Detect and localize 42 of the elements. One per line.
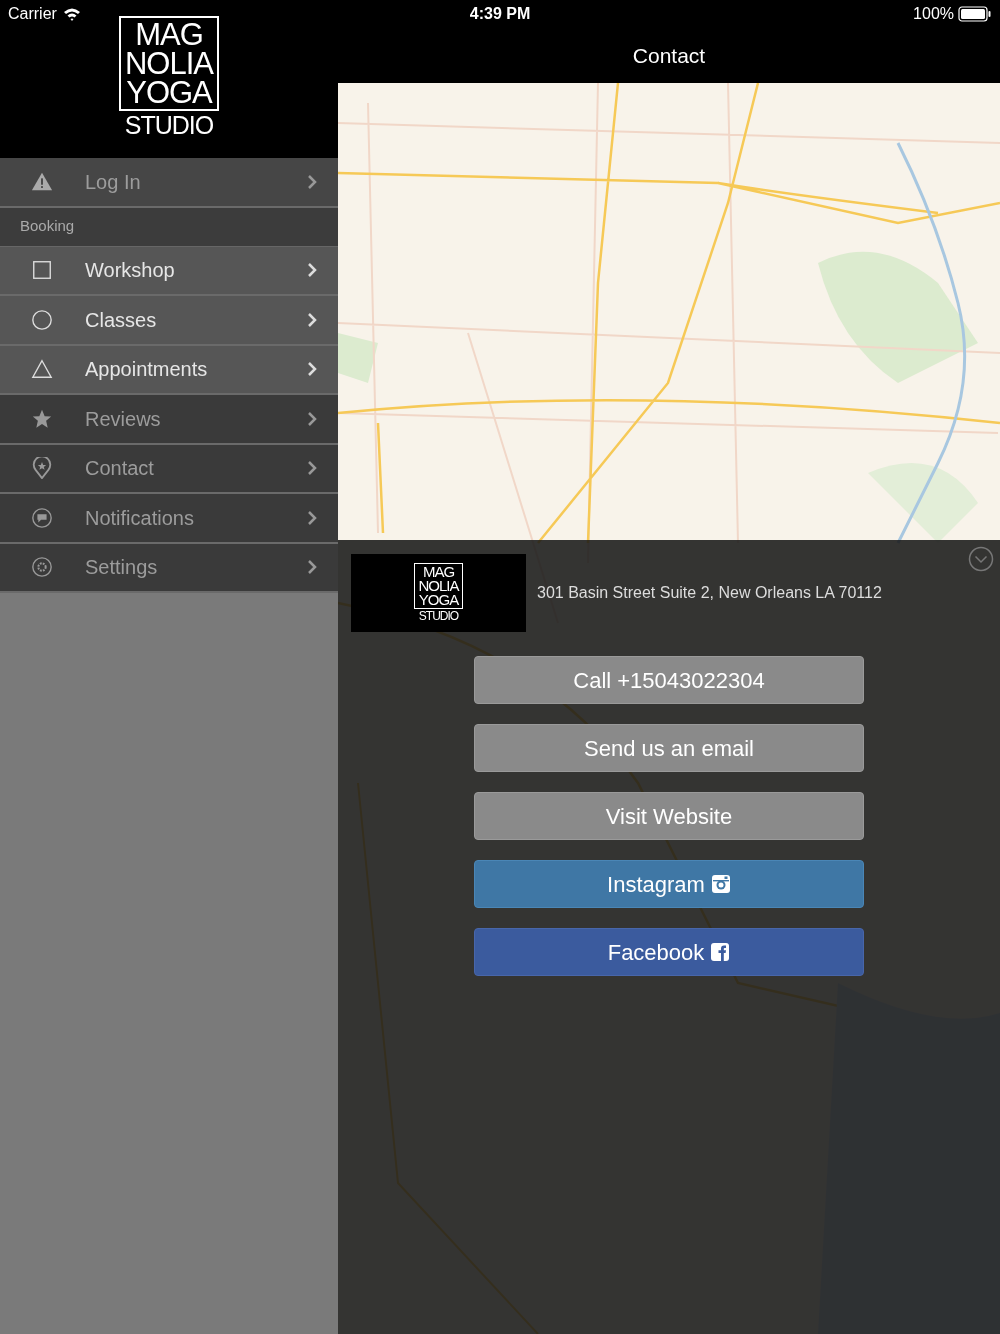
triangle-icon — [31, 358, 53, 381]
instagram-button[interactable]: Instagram — [474, 860, 864, 908]
chevron-right-icon — [306, 460, 318, 477]
facebook-icon — [710, 942, 731, 962]
menu-label: Appointments — [85, 357, 209, 383]
carrier-label: Carrier — [8, 4, 57, 24]
menu-label: Classes — [85, 307, 158, 333]
chevron-right-icon — [306, 559, 318, 576]
circle-icon — [31, 308, 53, 331]
menu-item[interactable]: Appointments — [0, 345, 338, 395]
section-header: Booking — [0, 207, 338, 247]
menu-label: Log In — [85, 169, 142, 195]
address-text: 301 Basin Street Suite 2, New Orleans LA 70112 — [537, 583, 882, 603]
square-icon — [31, 259, 53, 282]
menu-label: Notifications — [85, 505, 195, 531]
chevron-right-icon — [306, 173, 318, 190]
page-title: Contact — [632, 42, 706, 69]
menu-label: Workshop — [85, 258, 176, 284]
menu-item[interactable]: Classes — [0, 296, 338, 346]
chevron-right-icon — [306, 361, 318, 378]
battery-label: 100% — [913, 4, 954, 24]
menu-label: Reviews — [85, 406, 162, 432]
studio-logo: MAG NOLIA YOGA STUDIO — [414, 563, 463, 623]
chevron-down-circle-icon[interactable] — [968, 546, 994, 572]
action-button[interactable]: Send us an email — [474, 724, 864, 772]
menu-label: Contact — [85, 456, 155, 482]
menu-label: Settings — [85, 555, 159, 581]
chat-icon — [31, 506, 53, 529]
menu-item[interactable]: Workshop — [0, 246, 338, 296]
chevron-right-icon — [306, 410, 318, 427]
camera-icon — [710, 874, 731, 894]
chevron-right-icon — [306, 509, 318, 526]
settings-icon — [31, 556, 53, 579]
chevron-right-icon — [306, 262, 318, 279]
chevron-right-icon — [306, 311, 318, 328]
action-button[interactable]: Visit Website — [474, 792, 864, 840]
battery-icon — [958, 6, 992, 22]
wifi-icon — [62, 7, 81, 21]
pin-icon — [31, 457, 53, 480]
status-time: 4:39 PM — [469, 4, 531, 24]
action-button[interactable]: Call +15043022304 — [474, 656, 864, 704]
facebook-button[interactable]: Facebook — [474, 928, 864, 976]
